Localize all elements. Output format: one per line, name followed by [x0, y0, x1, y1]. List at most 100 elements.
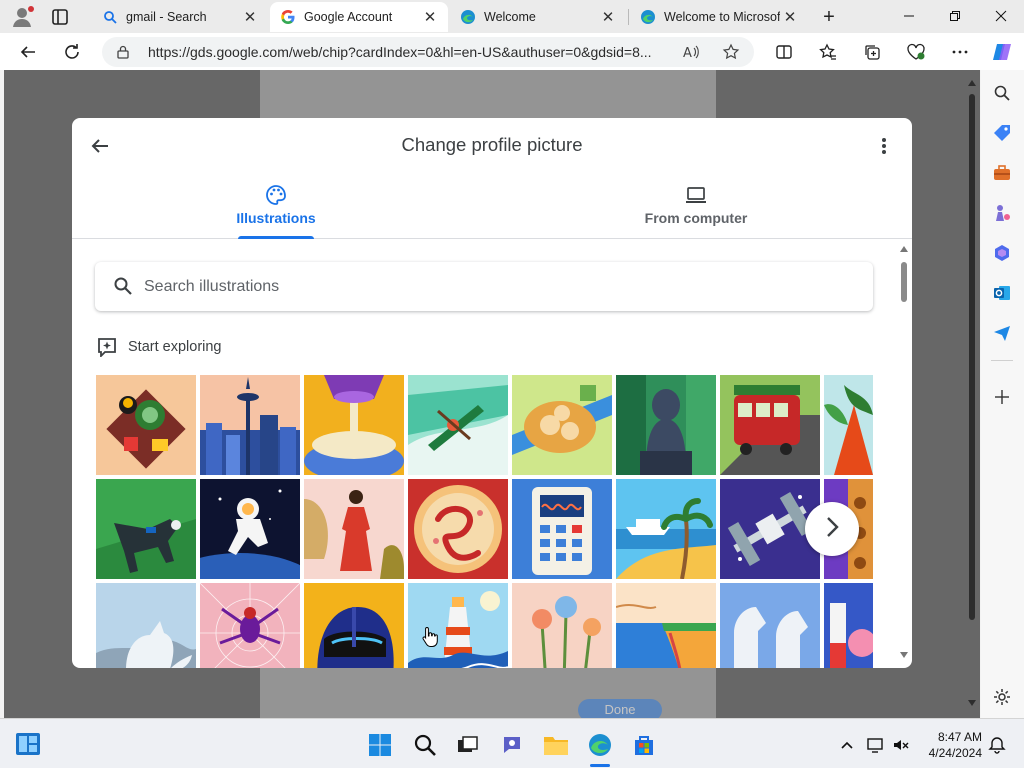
tab-label: Illustrations [236, 210, 316, 226]
illustration-dog-running[interactable] [96, 479, 196, 579]
illustration-beach-cruise[interactable] [616, 479, 716, 579]
illustration-coastal-cliff[interactable] [616, 583, 716, 668]
close-tab-icon[interactable]: ✕ [420, 7, 440, 27]
clock-time: 8:47 AM [937, 730, 982, 744]
address-bar-row: https://gds.google.com/web/chip?cardInde… [0, 33, 1024, 70]
show-hidden-icons-chevron-up-icon[interactable] [836, 732, 858, 758]
illustration-pastry-plate[interactable] [512, 375, 612, 475]
search-icon [102, 9, 118, 25]
illustration-motorcycle-helmet[interactable] [304, 583, 404, 668]
system-clock[interactable]: 8:47 AM 4/24/2024 [922, 729, 982, 761]
illustration-tropical-leaves[interactable] [824, 375, 873, 475]
close-tab-icon[interactable]: ✕ [780, 7, 800, 27]
scrollbar-thumb[interactable] [969, 94, 975, 620]
section-label: Start exploring [128, 339, 222, 355]
outlook-icon[interactable] [991, 282, 1013, 304]
search-illustrations-input[interactable]: Search illustrations [95, 262, 873, 311]
illustration-science-brain[interactable] [824, 583, 873, 668]
close-tab-icon[interactable]: ✕ [598, 7, 618, 27]
tab-welcome-microsoft[interactable]: Welcome to Microsoft ✕ [630, 2, 808, 32]
scroll-up-arrow-icon[interactable] [900, 246, 908, 252]
windows-taskbar: 8:47 AM 4/24/2024 [0, 718, 1024, 768]
lock-icon[interactable] [116, 45, 130, 59]
tab-gmail-search[interactable]: gmail - Search ✕ [92, 2, 268, 32]
illustration-calculator[interactable] [512, 479, 612, 579]
search-icon [113, 276, 133, 296]
drop-send-icon[interactable] [991, 322, 1013, 344]
illustration-pizza-snake[interactable] [408, 479, 508, 579]
tab-google-account[interactable]: Google Account ✕ [270, 2, 448, 32]
back-button[interactable] [14, 38, 42, 66]
split-screen-icon[interactable] [770, 38, 798, 66]
edge-icon [460, 9, 476, 25]
task-view-icon[interactable] [454, 732, 480, 758]
scroll-down-arrow-icon[interactable] [968, 700, 976, 706]
edge-sidebar [981, 70, 1024, 718]
svg-text:A: A [683, 46, 692, 61]
taskbar-search-icon[interactable] [412, 732, 438, 758]
laptop-icon [685, 184, 707, 206]
illustration-spider-web[interactable] [200, 583, 300, 668]
tab-welcome[interactable]: Welcome ✕ [450, 2, 626, 32]
restore-button[interactable] [932, 0, 978, 32]
illustration-city-skyline[interactable] [200, 375, 300, 475]
illustration-trolley-car[interactable] [720, 375, 820, 475]
microsoft-365-icon[interactable] [991, 242, 1013, 264]
games-chess-icon[interactable] [991, 202, 1013, 224]
widgets-icon[interactable] [15, 731, 41, 757]
add-sidebar-app-icon[interactable] [991, 386, 1013, 408]
teams-chat-icon[interactable] [499, 732, 525, 758]
change-profile-picture-dialog: Change profile picture Illustrations Fro… [72, 118, 912, 668]
new-tab-button[interactable]: + [816, 4, 842, 30]
copilot-icon[interactable] [988, 38, 1016, 66]
tools-briefcase-icon[interactable] [991, 162, 1013, 184]
clock-date: 4/24/2024 [928, 746, 982, 760]
tab-actions-icon[interactable] [48, 5, 72, 29]
illustration-stone-statue[interactable] [616, 375, 716, 475]
network-display-icon[interactable] [864, 732, 886, 758]
microsoft-store-icon[interactable] [631, 732, 657, 758]
page-scrollbar[interactable] [966, 78, 978, 708]
scroll-up-arrow-icon[interactable] [968, 80, 976, 86]
scroll-down-arrow-icon[interactable] [900, 652, 908, 658]
next-illustrations-button[interactable] [805, 502, 859, 556]
notifications-bell-icon[interactable] [986, 732, 1008, 758]
start-windows-icon[interactable] [367, 732, 393, 758]
collections-icon[interactable] [858, 38, 886, 66]
dialog-title: Change profile picture [401, 134, 583, 155]
illustration-kayak-rapids[interactable] [408, 375, 508, 475]
illustration-woman-red-dress[interactable] [304, 479, 404, 579]
illustration-food-platter[interactable] [96, 375, 196, 475]
close-window-button[interactable] [978, 0, 1024, 32]
sidebar-settings-gear-icon[interactable] [991, 686, 1013, 708]
minimize-button[interactable] [886, 0, 932, 32]
refresh-button[interactable] [58, 38, 86, 66]
dialog-scrollbar[interactable] [898, 244, 910, 662]
tab-from-computer[interactable]: From computer [626, 176, 766, 238]
file-explorer-icon[interactable] [543, 732, 569, 758]
illustration-garden-flowers[interactable] [512, 583, 612, 668]
read-aloud-icon[interactable]: A [682, 43, 700, 61]
close-tab-icon[interactable]: ✕ [240, 7, 260, 27]
add-favorite-star-icon[interactable] [722, 43, 740, 61]
profile-avatar-icon[interactable] [10, 4, 36, 30]
sidebar-search-icon[interactable] [991, 82, 1013, 104]
volume-muted-icon[interactable] [890, 732, 912, 758]
url-text[interactable]: https://gds.google.com/web/chip?cardInde… [148, 44, 716, 60]
address-bar[interactable]: https://gds.google.com/web/chip?cardInde… [102, 37, 754, 67]
tab-title: gmail - Search [126, 10, 207, 24]
illustration-cream-pour[interactable] [304, 375, 404, 475]
illustration-arctic-fox[interactable] [96, 583, 196, 668]
browser-essentials-heart-icon[interactable] [902, 38, 930, 66]
tab-separator [628, 9, 629, 25]
active-app-indicator [590, 764, 610, 767]
more-options-icon[interactable] [870, 132, 898, 160]
settings-more-icon[interactable] [946, 38, 974, 66]
shopping-tag-icon[interactable] [991, 122, 1013, 144]
edge-browser-icon[interactable] [587, 732, 613, 758]
illustration-astronaut[interactable] [200, 479, 300, 579]
favorites-icon[interactable] [814, 38, 842, 66]
scrollbar-thumb[interactable] [901, 262, 907, 302]
illustration-white-horse-statue[interactable] [720, 583, 820, 668]
tab-illustrations[interactable]: Illustrations [216, 176, 336, 239]
